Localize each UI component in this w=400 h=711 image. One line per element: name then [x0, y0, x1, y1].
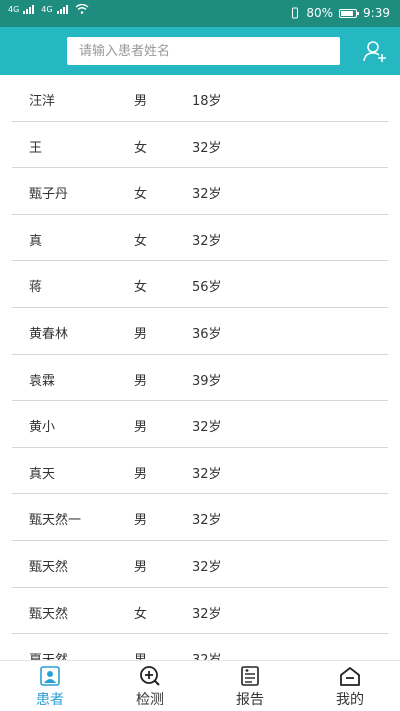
battery-percent: 80%	[306, 6, 334, 20]
patient-name: 王	[29, 140, 43, 156]
patient-gender: 男	[134, 466, 148, 482]
home-icon	[340, 667, 360, 686]
clock: 9:39	[363, 6, 390, 20]
tab-label: 我的	[336, 692, 364, 708]
patient-row[interactable]: 袁霖 男 39岁	[12, 355, 388, 402]
header	[0, 27, 400, 75]
patient-age: 32岁	[192, 559, 222, 575]
patient-name: 甄天然一	[29, 513, 82, 529]
patient-row[interactable]: 王 女 32岁	[12, 122, 388, 169]
add-patient-button[interactable]	[362, 38, 388, 64]
patient-gender: 男	[134, 326, 148, 342]
patient-age: 32岁	[192, 187, 222, 203]
patient-gender: 女	[134, 187, 148, 203]
patient-name: 甄天然	[29, 559, 69, 575]
patient-name: 蒋	[29, 280, 43, 296]
patient-row[interactable]: 真 女 32岁	[12, 215, 388, 262]
patient-row[interactable]: 甄子丹 女 32岁	[12, 168, 388, 215]
signal-indicators: 4G 4G	[8, 4, 89, 14]
status-bar: 4G 4G 80% 9:39	[0, 0, 400, 27]
bottom-tab-bar: 患者 检测 报告 我的	[0, 660, 400, 711]
patient-row[interactable]: 甄天然 男 32岁	[12, 541, 388, 588]
tab-patients[interactable]: 患者	[0, 661, 100, 711]
patient-gender: 男	[134, 420, 148, 436]
patient-age: 18岁	[192, 94, 222, 109]
patient-age: 32岁	[192, 649, 222, 660]
patient-row[interactable]: 黄小 男 32岁	[12, 401, 388, 448]
wifi-icon	[75, 4, 89, 14]
patient-name: 黄春林	[29, 326, 69, 342]
tab-mine[interactable]: 我的	[300, 661, 400, 711]
search-input[interactable]	[67, 37, 340, 65]
patient-gender: 男	[134, 513, 148, 529]
patient-row[interactable]: 甄天然一 男 32岁	[12, 494, 388, 541]
patient-gender: 男	[134, 559, 148, 575]
signal-icon	[23, 5, 35, 14]
patient-gender: 女	[134, 140, 148, 156]
patient-name: 汪洋	[29, 94, 56, 109]
signal-icon-2	[56, 5, 68, 14]
patient-row[interactable]: 夏天然 男 32岁	[12, 634, 388, 660]
tab-label: 检测	[136, 692, 164, 708]
patient-age: 36岁	[192, 326, 222, 342]
patient-gender: 男	[134, 94, 148, 109]
patient-age: 39岁	[192, 373, 222, 389]
network-type-2: 4G	[41, 4, 53, 14]
patient-gender: 女	[134, 233, 148, 249]
patient-row[interactable]: 汪洋 男 18岁	[12, 75, 388, 122]
detect-icon	[140, 666, 160, 686]
patient-age: 32岁	[192, 466, 222, 482]
patient-name: 甄天然	[29, 606, 69, 622]
patient-name: 袁霖	[29, 373, 56, 389]
patient-list: 汪洋男 18岁王女 32岁 甄子丹女 32岁真女 32岁蒋女 56岁 黄春林男 36岁 袁霖男 39…	[0, 75, 400, 660]
patient-age: 32岁	[192, 513, 222, 529]
patient-gender: 女	[134, 280, 148, 296]
patient-name: 真天	[29, 466, 56, 482]
patient-age: 56岁	[192, 280, 222, 296]
patient-gender: 男	[134, 373, 148, 389]
patient-age: 32岁	[192, 140, 222, 156]
tab-report[interactable]: 报告	[200, 661, 300, 711]
patient-gender: 女	[134, 606, 148, 622]
tab-detect[interactable]: 检测	[100, 661, 200, 711]
patient-age: 32岁	[192, 233, 222, 249]
patient-name: 真	[29, 233, 43, 249]
patient-icon	[40, 666, 60, 686]
add-user-icon	[363, 41, 386, 62]
patient-gender: 男	[134, 649, 147, 660]
patient-row[interactable]: 甄天然 女 32岁	[12, 588, 388, 635]
status-right: 80% 9:39	[290, 6, 390, 20]
vibrate-icon	[292, 7, 299, 19]
patient-row[interactable]: 真天 男 32岁	[12, 448, 388, 495]
tab-label: 患者	[36, 692, 64, 708]
patient-age: 32岁	[192, 606, 222, 622]
report-icon	[241, 666, 259, 686]
patient-age: 32岁	[192, 420, 222, 436]
patient-name: 甄子丹	[29, 187, 69, 203]
network-type: 4G	[8, 4, 20, 14]
tab-label: 报告	[236, 692, 264, 708]
battery-icon	[339, 8, 360, 18]
patient-name: 夏天然	[29, 649, 68, 660]
patient-row[interactable]: 蒋 女 56岁	[12, 261, 388, 308]
patient-name: 黄小	[29, 420, 56, 436]
patient-row[interactable]: 黄春林 男 36岁	[12, 308, 388, 355]
